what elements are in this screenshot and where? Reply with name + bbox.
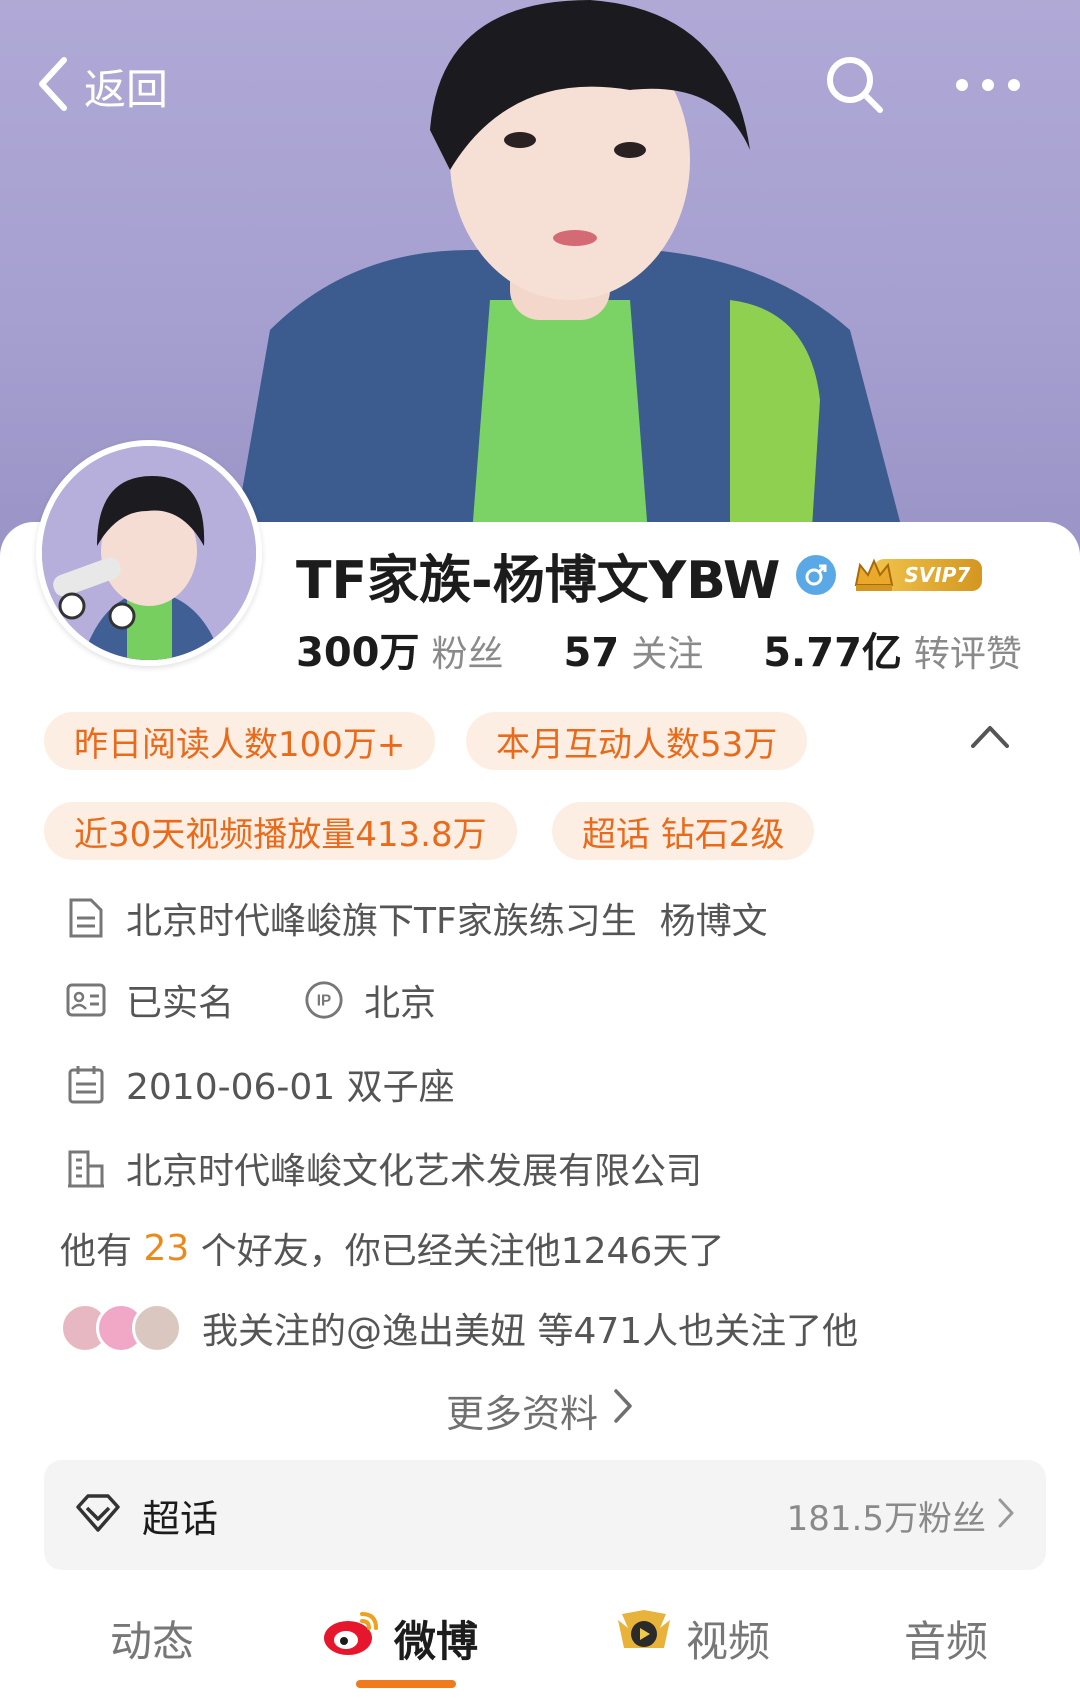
back-button[interactable]: 返回: [34, 48, 168, 124]
tag-daily-readers[interactable]: 昨日阅读人数100万+: [44, 712, 436, 770]
diamond-icon: [74, 1493, 122, 1537]
following-count: 57: [563, 630, 620, 676]
friends-line[interactable]: 他有 23 个好友，你已经关注他1246天了: [60, 1218, 724, 1278]
name-row: TF家族-杨博文YBW SVIP7: [296, 540, 983, 611]
crown-icon: [855, 558, 894, 591]
verification-line: 已实名 IP 北京: [66, 970, 436, 1030]
bio-line: 北京时代峰峻旗下TF家族练习生 杨博文: [66, 888, 768, 948]
following-label: 关注: [631, 634, 704, 675]
chevron-right-icon: [612, 1387, 634, 1434]
birthday-line: 2010-06-01 双子座: [66, 1054, 455, 1114]
profile-tabs: 动态 微博 视频 音频: [0, 1588, 1080, 1698]
building-icon: [66, 1148, 106, 1188]
friends-count: 23: [143, 1227, 190, 1269]
mutual-avatars: [60, 1303, 182, 1353]
friends-prefix: 他有: [60, 1231, 144, 1272]
top-bar: 返回: [0, 40, 1080, 130]
ip-location-text: 北京: [364, 983, 437, 1024]
super-topic-title: 超话: [142, 1496, 219, 1541]
bio-text: 北京时代峰峻旗下TF家族练习生 杨博文: [126, 901, 768, 942]
avatar[interactable]: [36, 440, 262, 666]
svg-text:IP: IP: [317, 993, 331, 1010]
tab-weibo-label: 微博: [394, 1616, 479, 1666]
svip-badge[interactable]: SVIP7: [852, 555, 983, 595]
more-options-icon[interactable]: [952, 62, 1024, 108]
more-info-link[interactable]: 更多资料: [0, 1380, 1080, 1440]
followers-stat[interactable]: 300万 粉丝: [296, 620, 504, 678]
profile-name: TF家族-杨博文YBW: [296, 550, 781, 611]
tab-audio[interactable]: 音频: [904, 1588, 988, 1688]
tag-super-topic-level[interactable]: 超话 钻石2级: [552, 802, 815, 860]
tag-monthly-interactions[interactable]: 本月互动人数53万: [466, 712, 808, 770]
company-line: 北京时代峰峻文化艺术发展有限公司: [66, 1138, 702, 1198]
mutual-followers-line[interactable]: 我关注的@逸出美妞 等471人也关注了他: [60, 1298, 858, 1358]
company-text: 北京时代峰峻文化艺术发展有限公司: [126, 1151, 703, 1192]
ip-icon: IP: [304, 980, 344, 1020]
friends-suffix: 个好友，你已经关注他1246天了: [189, 1231, 725, 1272]
chevron-right-icon: [996, 1496, 1016, 1534]
followers-label: 粉丝: [431, 634, 504, 675]
tab-dynamic[interactable]: 动态: [110, 1588, 194, 1688]
followers-count: 300万: [296, 630, 420, 676]
likes-label: 转评赞: [913, 634, 1022, 675]
super-topic-card[interactable]: 超话 181.5万粉丝: [44, 1460, 1046, 1570]
video-badge-icon: [614, 1608, 674, 1668]
avatar: [132, 1303, 182, 1353]
stats-row: 300万 粉丝 57 关注 5.77亿 转评赞: [296, 620, 1022, 680]
mutual-text: 我关注的@逸出美妞 等471人也关注了他: [202, 1311, 859, 1352]
chevron-up-icon[interactable]: [965, 716, 1015, 756]
following-stat[interactable]: 57 关注: [564, 625, 704, 677]
likes-stat[interactable]: 5.77亿 转评赞: [763, 620, 1022, 678]
tab-audio-label: 音频: [904, 1616, 989, 1666]
likes-count: 5.77亿: [763, 630, 902, 676]
chevron-left-icon: [34, 54, 74, 118]
search-icon[interactable]: [822, 52, 888, 118]
calendar-icon: [66, 1064, 106, 1104]
id-card-icon: [66, 980, 106, 1020]
tag-video-plays[interactable]: 近30天视频播放量413.8万: [44, 802, 517, 860]
active-tab-indicator: [356, 1680, 456, 1688]
tab-video[interactable]: 视频: [614, 1588, 770, 1688]
tab-video-label: 视频: [686, 1616, 771, 1666]
back-label: 返回: [84, 64, 169, 114]
more-info-label: 更多资料: [445, 1391, 598, 1436]
weibo-logo-icon: [322, 1608, 382, 1668]
super-topic-fans: 181.5万粉丝: [786, 1498, 986, 1539]
birthday-text: 2010-06-01 双子座: [126, 1067, 455, 1108]
tab-weibo[interactable]: 微博: [322, 1588, 478, 1688]
document-icon: [66, 898, 106, 938]
male-icon: [796, 555, 837, 595]
tab-dynamic-label: 动态: [110, 1616, 195, 1666]
verified-text: 已实名: [126, 983, 235, 1024]
